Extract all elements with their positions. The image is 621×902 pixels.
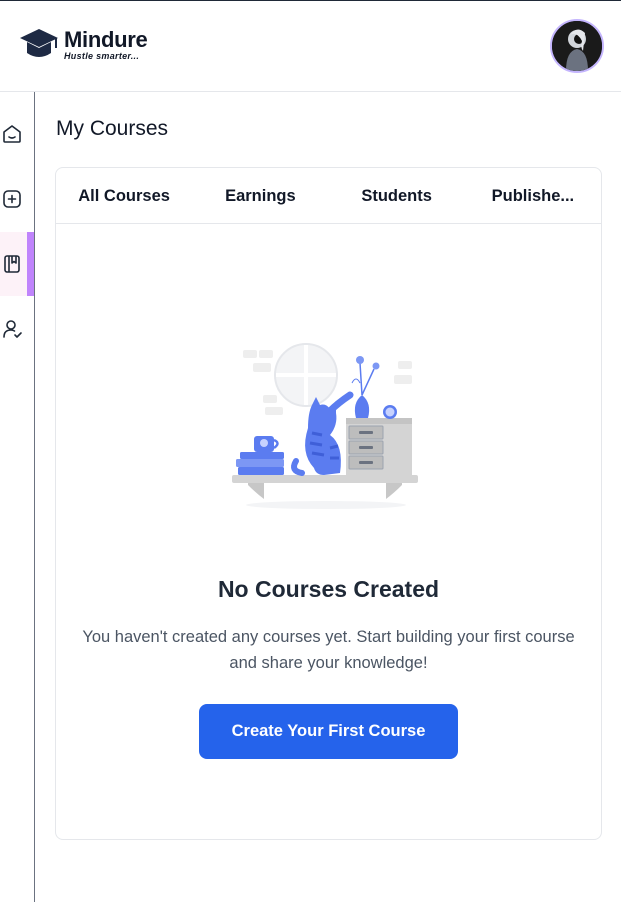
course-tabs: All Courses Earnings Students Publishe..… xyxy=(56,168,601,224)
sidebar-item-create[interactable] xyxy=(0,167,34,231)
book-bookmark-icon xyxy=(4,255,20,273)
sidebar xyxy=(0,92,35,902)
user-check-icon xyxy=(3,320,22,338)
tab-published[interactable]: Publishe... xyxy=(465,168,601,224)
sidebar-item-profile[interactable] xyxy=(0,297,34,361)
empty-state-description: You haven't created any courses yet. Sta… xyxy=(82,628,575,672)
create-first-course-button[interactable]: Create Your First Course xyxy=(199,704,458,759)
brand-tagline: Hustle smarter... xyxy=(64,50,140,61)
sidebar-item-my-courses[interactable] xyxy=(0,232,34,296)
empty-state-title: No Courses Created xyxy=(217,576,440,602)
tab-earnings[interactable]: Earnings xyxy=(192,168,328,224)
avatar-image xyxy=(552,21,602,71)
graduation-cap-icon xyxy=(20,29,58,57)
user-avatar[interactable] xyxy=(550,19,604,73)
app-header: Mindure Hustle smarter... xyxy=(0,1,621,92)
page-title: My Courses xyxy=(56,117,169,140)
sidebar-item-home[interactable] xyxy=(0,102,34,166)
brand-name: Mindure xyxy=(64,26,148,52)
tab-students[interactable]: Students xyxy=(329,168,465,224)
add-square-icon xyxy=(3,190,21,208)
home-icon xyxy=(3,125,21,143)
tab-all-courses[interactable]: All Courses xyxy=(56,168,192,224)
brand-logo[interactable]: Mindure Hustle smarter... xyxy=(18,25,148,63)
courses-card: All Courses Earnings Students Publishe..… xyxy=(55,167,602,840)
empty-state-illustration xyxy=(232,343,418,509)
